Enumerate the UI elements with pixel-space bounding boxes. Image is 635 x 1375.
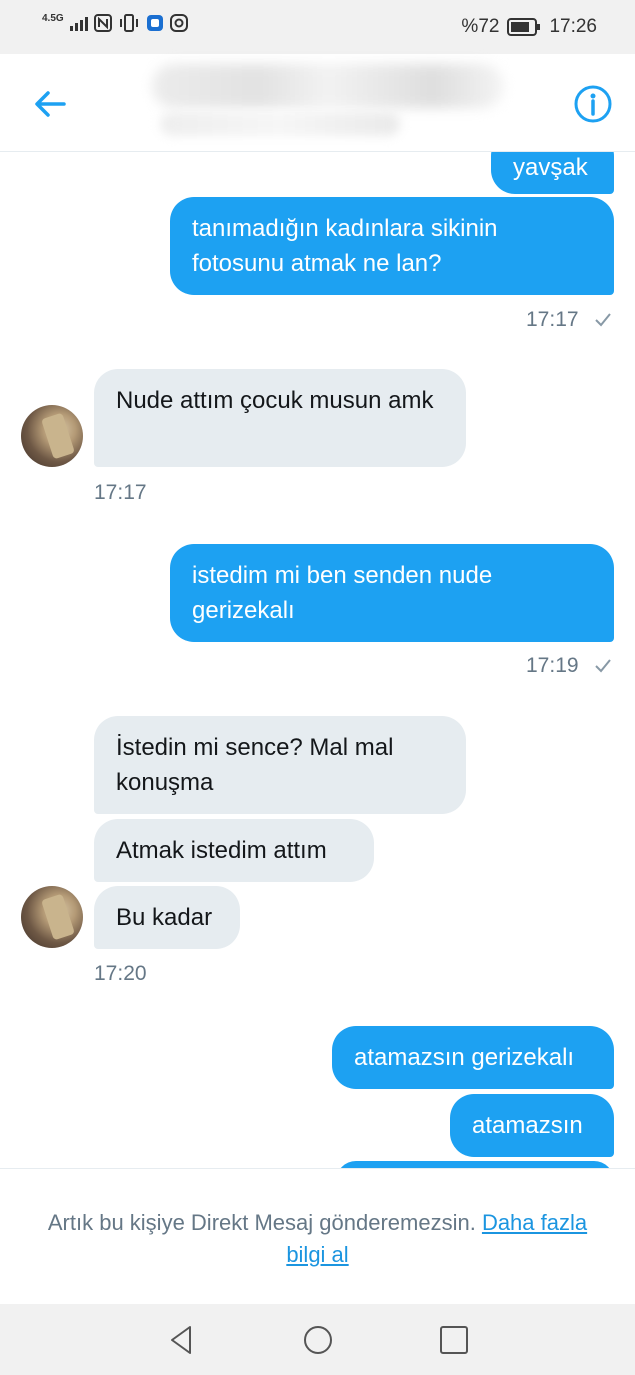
message-bubble-incoming[interactable]: Bu kadar [94, 886, 240, 949]
info-icon[interactable] [573, 84, 613, 124]
status-bar: 4.5G %72 17:26 [0, 0, 635, 54]
contact-handle-redacted [160, 112, 400, 136]
nav-recents-icon[interactable] [436, 1322, 472, 1358]
message-timestamp: 17:19 [526, 654, 612, 678]
navigation-bar [0, 1304, 635, 1375]
message-bubble-outgoing[interactable]: istedim mi ben senden nude gerizekalı [170, 544, 614, 642]
message-bubble-outgoing[interactable]: atamazsın gerizekalı [332, 1026, 614, 1089]
message-timestamp: 17:17 [526, 308, 612, 332]
avatar[interactable] [21, 886, 83, 948]
conversation-header [0, 54, 635, 152]
battery-percent: %72 [461, 16, 500, 37]
dm-disabled-notice: Artık bu kişiye Direkt Mesaj gönderemezs… [0, 1168, 635, 1304]
network-type: 4.5G [42, 13, 64, 24]
vibrate-icon [119, 14, 138, 32]
battery-icon [507, 18, 541, 36]
instagram-icon [169, 14, 188, 32]
nav-home-icon[interactable] [300, 1322, 336, 1358]
contact-name-redacted[interactable] [152, 64, 504, 108]
nav-back-icon[interactable] [164, 1322, 200, 1358]
notice-text: Artık bu kişiye Direkt Mesaj gönderemezs… [47, 1210, 588, 1267]
check-icon [595, 659, 612, 673]
status-icons-right: %72 17:26 [461, 16, 597, 38]
message-list[interactable]: yavşak tanımadığın kadınlara sikinin fot… [0, 152, 635, 1168]
shield-icon [146, 15, 163, 31]
message-bubble-outgoing[interactable]: tanımadığın kadınlara sikinin fotosunu a… [170, 197, 614, 295]
message-bubble-outgoing-partial[interactable] [336, 1161, 614, 1168]
message-bubble-outgoing[interactable]: yavşak [491, 152, 614, 194]
message-bubble-incoming[interactable]: Nude attım çocuk musun amk [94, 369, 466, 467]
back-arrow-icon[interactable] [30, 84, 70, 124]
message-bubble-outgoing[interactable]: atamazsın [450, 1094, 614, 1157]
clock: 17:26 [549, 16, 597, 37]
message-bubble-incoming[interactable]: Atmak istedim attım [94, 819, 374, 882]
status-icons-left: 4.5G [42, 14, 188, 32]
avatar[interactable] [21, 405, 83, 467]
message-timestamp: 17:17 [94, 481, 147, 504]
check-icon [595, 313, 612, 327]
signal-icon [69, 15, 88, 31]
message-timestamp: 17:20 [94, 962, 147, 985]
nfc-icon [93, 14, 112, 32]
message-bubble-incoming[interactable]: İstedin mi sence? Mal mal konuşma [94, 716, 466, 814]
